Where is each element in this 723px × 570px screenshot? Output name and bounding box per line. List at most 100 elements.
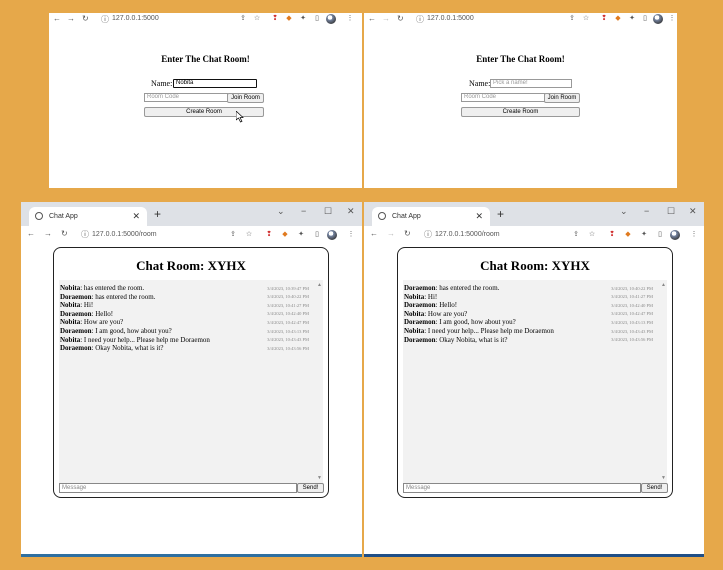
minimize-button[interactable]: − [644,206,649,216]
pin-extension-icon[interactable]: ❢ [608,231,616,239]
share-icon[interactable]: ⇪ [229,231,237,239]
scroll-down-icon[interactable]: ▼ [317,475,322,481]
menu-icon[interactable]: ⋮ [690,231,698,239]
puzzle-icon[interactable]: ✦ [640,231,648,239]
name-input[interactable]: Nobita [173,79,257,88]
name-label: Name: [469,79,491,88]
pin-extension-icon[interactable]: ❢ [600,15,608,23]
sidepanel-icon[interactable]: ▯ [656,231,664,239]
close-tab-icon[interactable]: ✕ [132,211,140,222]
browser-toolbar: ← → ↻ ⓘ 127.0.0.1:5000/room ⇪ ☆ ❢ ◆ ✦ ▯ … [364,226,704,244]
close-tab-icon[interactable]: ✕ [475,211,483,222]
forward-button[interactable]: → [67,14,75,23]
tab-strip: Chat App ✕ + ⌄ − ☐ ✕ [21,202,362,226]
fox-extension-icon[interactable]: ◆ [281,231,289,239]
message-sender: Doraemon [404,301,436,310]
reload-button[interactable]: ↻ [61,229,68,238]
back-button[interactable]: ← [370,229,378,238]
share-icon[interactable]: ⇪ [239,15,247,23]
chevron-down-icon[interactable]: ⌄ [620,206,628,217]
star-icon[interactable]: ☆ [582,15,590,23]
scroll-up-icon[interactable]: ▲ [661,282,666,288]
sidepanel-icon[interactable]: ▯ [641,15,649,23]
scroll-up-icon[interactable]: ▲ [317,282,322,288]
message-row: Doraemon: I am good, how about you? [404,318,516,326]
back-button[interactable]: ← [368,14,376,23]
join-room-button[interactable]: Join Room [544,93,580,103]
puzzle-icon[interactable]: ✦ [628,15,636,23]
send-button[interactable]: Send! [641,483,668,493]
site-info-icon[interactable]: ⓘ [101,14,109,25]
pin-extension-icon[interactable]: ❢ [265,231,273,239]
site-info-icon[interactable]: ⓘ [424,229,432,240]
avatar[interactable] [326,14,336,24]
address-bar[interactable]: 127.0.0.1:5000 [112,15,159,22]
new-tab-button[interactable]: + [497,207,504,221]
menu-icon[interactable]: ⋮ [668,15,676,23]
address-bar[interactable]: 127.0.0.1:5000/room [92,231,157,238]
create-room-button[interactable]: Create Room [144,107,264,117]
forward-button[interactable]: → [382,14,390,23]
reload-button[interactable]: ↻ [397,14,404,23]
avatar[interactable] [670,230,680,240]
fox-extension-icon[interactable]: ◆ [614,15,622,23]
back-button[interactable]: ← [53,14,61,23]
message-timestamp: 3/4/2023, 10:42:47 PM [611,311,653,317]
maximize-button[interactable]: ☐ [324,206,332,217]
reload-button[interactable]: ↻ [82,14,89,23]
message-row: Nobita: I need your help... Please help … [60,336,210,344]
new-tab-button[interactable]: + [154,207,161,221]
sidepanel-icon[interactable]: ▯ [313,231,321,239]
minimize-button[interactable]: − [301,206,306,216]
browser-toolbar: ← → ↻ ⓘ 127.0.0.1:5000/room ⇪ ☆ ❢ ◆ ✦ ▯ … [21,226,362,244]
avatar[interactable] [653,14,663,24]
share-icon[interactable]: ⇪ [568,15,576,23]
tab-chat-app[interactable]: Chat App ✕ [29,207,147,226]
site-info-icon[interactable]: ⓘ [81,229,89,240]
forward-button[interactable]: → [44,229,52,238]
message-text: : Hello! [91,309,114,318]
room-code-input[interactable]: Room Code [144,93,228,102]
name-input[interactable]: Pick a name! [490,79,572,88]
menu-icon[interactable]: ⋮ [347,231,355,239]
message-input[interactable]: Message [403,483,641,493]
address-bar[interactable]: 127.0.0.1:5000 [427,15,474,22]
taskbar-strip [364,554,704,557]
message-text: : has entered the room. [80,284,145,292]
tab-chat-app[interactable]: Chat App ✕ [372,207,490,226]
star-icon[interactable]: ☆ [245,231,253,239]
message-timestamp: 3/4/2023, 10:40:22 PM [611,285,653,291]
pin-extension-icon[interactable]: ❢ [271,15,279,23]
message-input[interactable]: Message [59,483,297,493]
close-window-button[interactable]: ✕ [689,206,697,217]
back-button[interactable]: ← [27,229,35,238]
message-timestamp: 3/4/2023, 10:42:40 PM [267,311,309,317]
close-window-button[interactable]: ✕ [347,206,355,217]
fox-extension-icon[interactable]: ◆ [285,15,293,23]
room-title: Chat Room: XYHX [480,258,590,273]
share-icon[interactable]: ⇪ [572,231,580,239]
room-code-input[interactable]: Room Code [461,93,545,102]
sidepanel-icon[interactable]: ▯ [313,15,321,23]
create-room-button[interactable]: Create Room [461,107,580,117]
avatar[interactable] [327,230,337,240]
reload-button[interactable]: ↻ [404,229,411,238]
puzzle-icon[interactable]: ✦ [299,15,307,23]
message-sender: Nobita [60,318,81,327]
star-icon[interactable]: ☆ [588,231,596,239]
puzzle-icon[interactable]: ✦ [297,231,305,239]
message-sender: Nobita [60,284,81,292]
maximize-button[interactable]: ☐ [667,206,675,217]
scroll-down-icon[interactable]: ▼ [661,475,666,481]
chevron-down-icon[interactable]: ⌄ [277,206,285,217]
forward-button[interactable]: → [387,229,395,238]
address-bar[interactable]: 127.0.0.1:5000/room [435,231,500,238]
send-button[interactable]: Send! [297,483,324,493]
menu-icon[interactable]: ⋮ [346,15,354,23]
join-room-button[interactable]: Join Room [227,93,264,103]
chat-box: Chat Room: XYHX ▲ ▼ Nobita: has entered … [53,247,329,498]
room-title: Chat Room: XYHX [136,258,246,273]
star-icon[interactable]: ☆ [253,15,261,23]
site-info-icon[interactable]: ⓘ [416,14,424,25]
fox-extension-icon[interactable]: ◆ [624,231,632,239]
